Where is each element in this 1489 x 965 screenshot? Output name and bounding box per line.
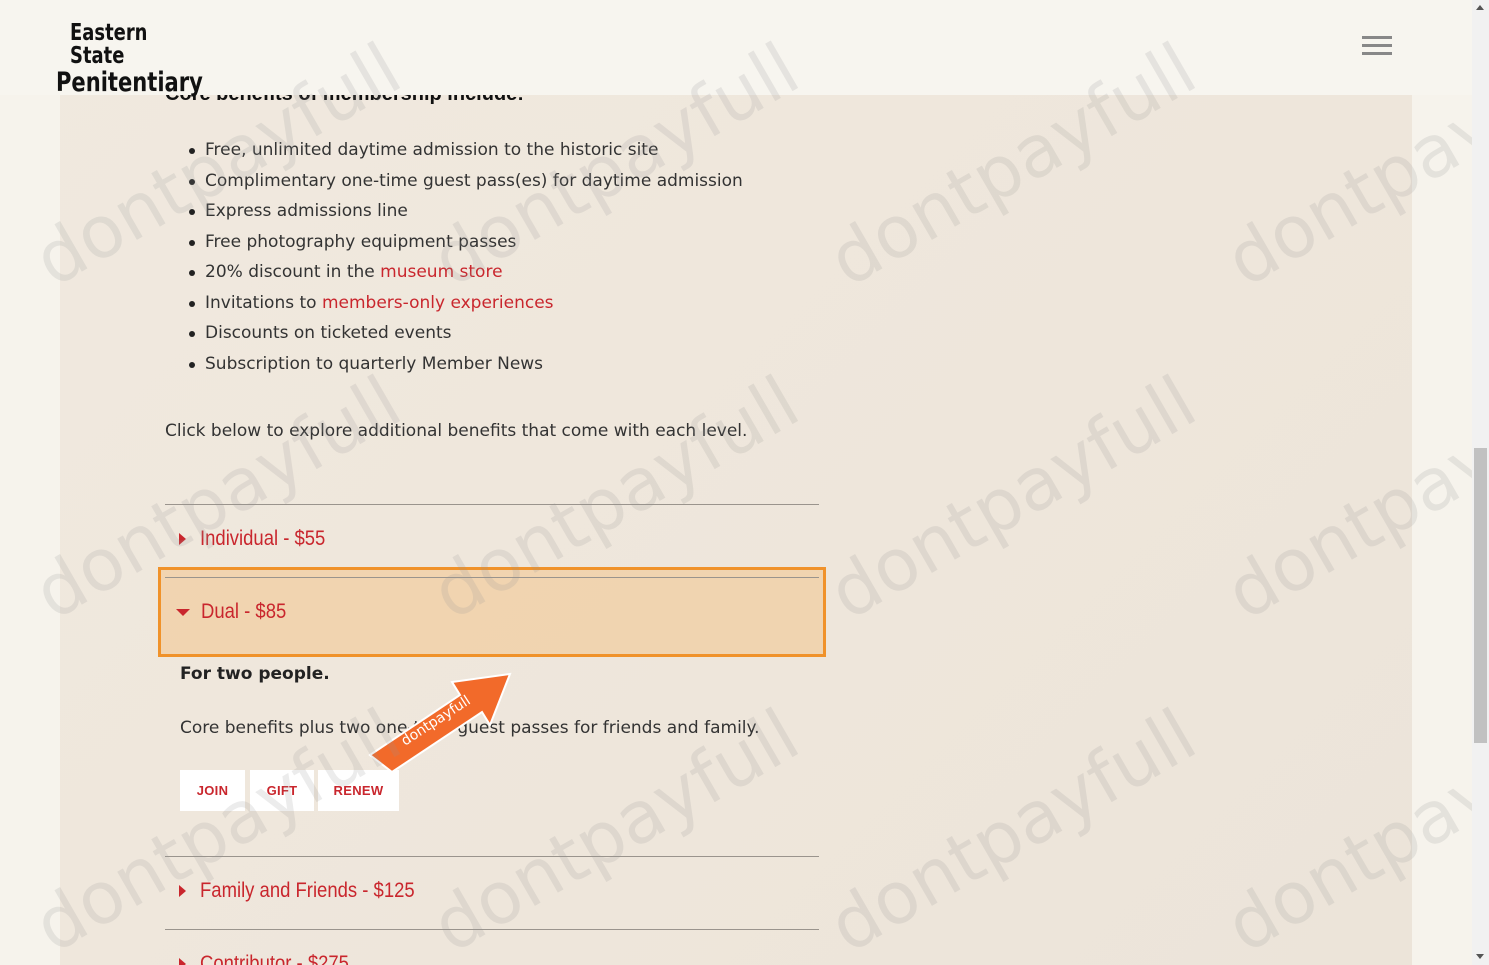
benefit-item: Subscription to quarterly Member News (165, 349, 743, 380)
museum-store-link[interactable]: museum store (380, 262, 502, 282)
join-button[interactable]: JOIN (180, 770, 245, 811)
benefit-item: 20% discount in the museum store (165, 257, 743, 288)
benefits-list: Free, unlimited daytime admission to the… (165, 135, 743, 379)
caret-right-icon (179, 885, 186, 897)
benefit-item: Invitations to members-only experiences (165, 288, 743, 319)
scrollbar-thumb[interactable] (1474, 448, 1487, 743)
caret-right-icon (179, 533, 186, 545)
site-logo[interactable]: Eastern State Penitentiary (56, 20, 203, 98)
hamburger-menu-icon[interactable] (1360, 36, 1394, 58)
benefit-item: Express admissions line (165, 196, 743, 227)
accordion-title: Contributor - $275 (200, 952, 349, 965)
dual-subtitle: For two people. (180, 664, 330, 684)
benefit-item: Free photography equipment passes (165, 227, 743, 258)
scroll-up-arrow-icon[interactable] (1476, 5, 1484, 10)
benefit-item: Free, unlimited daytime admission to the… (165, 135, 743, 166)
members-only-experiences-link[interactable]: members-only experiences (322, 293, 554, 313)
promo-arrow-badge: dontpayfull (368, 672, 512, 774)
explore-text: Click below to explore additional benefi… (165, 421, 748, 441)
benefit-item: Discounts on ticketed events (165, 318, 743, 349)
accordion-dual[interactable]: Dual - $85 (165, 577, 819, 647)
accordion-family-and-friends[interactable]: Family and Friends - $125 (165, 856, 819, 926)
logo-line-1: Eastern State (70, 20, 148, 69)
accordion-title: Family and Friends - $125 (200, 879, 415, 902)
accordion-title: Individual - $55 (200, 527, 326, 550)
caret-down-icon (176, 608, 190, 616)
accordion-individual[interactable]: Individual - $55 (165, 504, 819, 574)
vertical-scrollbar[interactable] (1472, 0, 1489, 965)
logo-line-2: Penitentiary (56, 67, 203, 98)
accordion-title: Dual - $85 (201, 600, 287, 623)
site-header: Eastern State Penitentiary (0, 0, 1472, 98)
caret-right-icon (179, 958, 186, 965)
scroll-down-arrow-icon[interactable] (1476, 954, 1484, 959)
benefit-item: Complimentary one-time guest pass(es) fo… (165, 166, 743, 197)
gift-button[interactable]: GIFT (250, 770, 314, 811)
accordion-contributor[interactable]: Contributor - $275 (165, 929, 819, 965)
